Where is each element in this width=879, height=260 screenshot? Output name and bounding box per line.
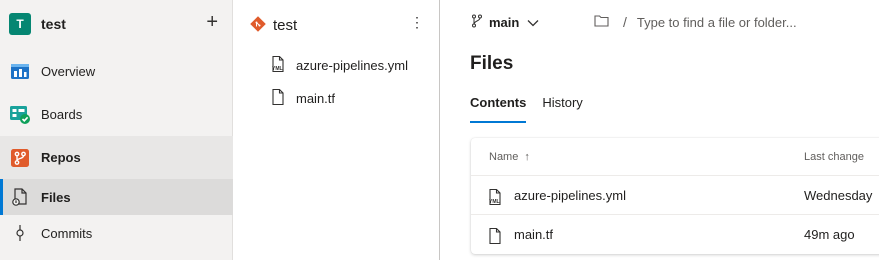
boards-icon [9, 103, 31, 125]
branch-icon [471, 14, 483, 31]
column-header-name[interactable]: Name ↑ [489, 151, 530, 163]
file-name[interactable]: azure-pipelines.yml [514, 188, 626, 203]
table-header: Name ↑ Last change [471, 138, 879, 176]
tree-file-name: azure-pipelines.yml [296, 57, 408, 73]
main-content: main / Files Contents History Name ↑ Last… [441, 0, 879, 260]
tab-bar: Contents History [470, 95, 599, 123]
files-table: Name ↑ Last change YML azure-pipelines.ym… [471, 138, 879, 254]
repos-icon [9, 147, 31, 169]
files-icon [9, 186, 31, 208]
overview-icon [9, 60, 31, 82]
nav-item-repos[interactable]: Repos [0, 136, 233, 179]
table-row[interactable]: YML azure-pipelines.yml Wednesday [471, 177, 879, 215]
file-icon [270, 88, 286, 108]
last-change: 49m ago [804, 227, 855, 242]
page-title: Files [470, 53, 514, 74]
last-change: Wednesday [804, 188, 873, 203]
nav-item-commits[interactable]: Commits [0, 215, 233, 251]
project-header[interactable]: T test + [0, 0, 233, 47]
left-navigation: T test + Overview Boards Repos Files Com… [0, 0, 233, 260]
nav-label-commits: Commits [41, 225, 93, 241]
commits-icon [9, 222, 31, 244]
file-icon [487, 227, 503, 248]
svg-text:YML: YML [489, 199, 500, 205]
yaml-file-icon: YML [270, 55, 286, 75]
nav-label-overview: Overview [41, 63, 96, 79]
tab-contents[interactable]: Contents [470, 95, 527, 123]
file-tree-pane: test ⋮ YML azure-pipelines.yml main.tf [234, 0, 440, 260]
column-header-last-change[interactable]: Last change [804, 151, 864, 163]
tree-item[interactable]: main.tf [270, 88, 438, 108]
git-repo-icon [250, 16, 266, 35]
nav-label-boards: Boards [41, 106, 83, 122]
table-row[interactable]: main.tf 49m ago [471, 216, 879, 254]
nav-item-overview[interactable]: Overview [0, 50, 233, 92]
sort-arrow-icon: ↑ [524, 151, 530, 163]
path-bar: / [594, 12, 877, 32]
chevron-down-icon [527, 15, 539, 30]
nav-item-boards[interactable]: Boards [0, 93, 233, 135]
file-search-input[interactable] [636, 14, 877, 30]
tab-history[interactable]: History [542, 95, 582, 123]
column-header-name-label: Name [489, 151, 519, 163]
project-name[interactable]: test [41, 16, 66, 32]
branch-selector[interactable]: main [471, 12, 539, 32]
nav-item-files[interactable]: Files [0, 179, 233, 215]
yaml-file-icon: YML [487, 188, 503, 209]
repo-header[interactable]: test [250, 16, 297, 35]
file-name[interactable]: main.tf [514, 227, 553, 242]
path-separator: / [623, 14, 627, 30]
project-avatar: T [9, 12, 31, 35]
repo-name: test [273, 17, 298, 34]
folder-icon [594, 14, 609, 30]
svg-text:YML: YML [272, 66, 283, 72]
nav-label-files: Files [41, 189, 71, 205]
more-options-icon[interactable]: ⋮ [410, 14, 424, 31]
branch-name: main [489, 14, 520, 30]
nav-label-repos: Repos [41, 150, 81, 165]
tree-file-name: main.tf [296, 90, 336, 106]
tree-item[interactable]: YML azure-pipelines.yml [270, 55, 438, 75]
add-icon[interactable]: + [206, 12, 218, 32]
